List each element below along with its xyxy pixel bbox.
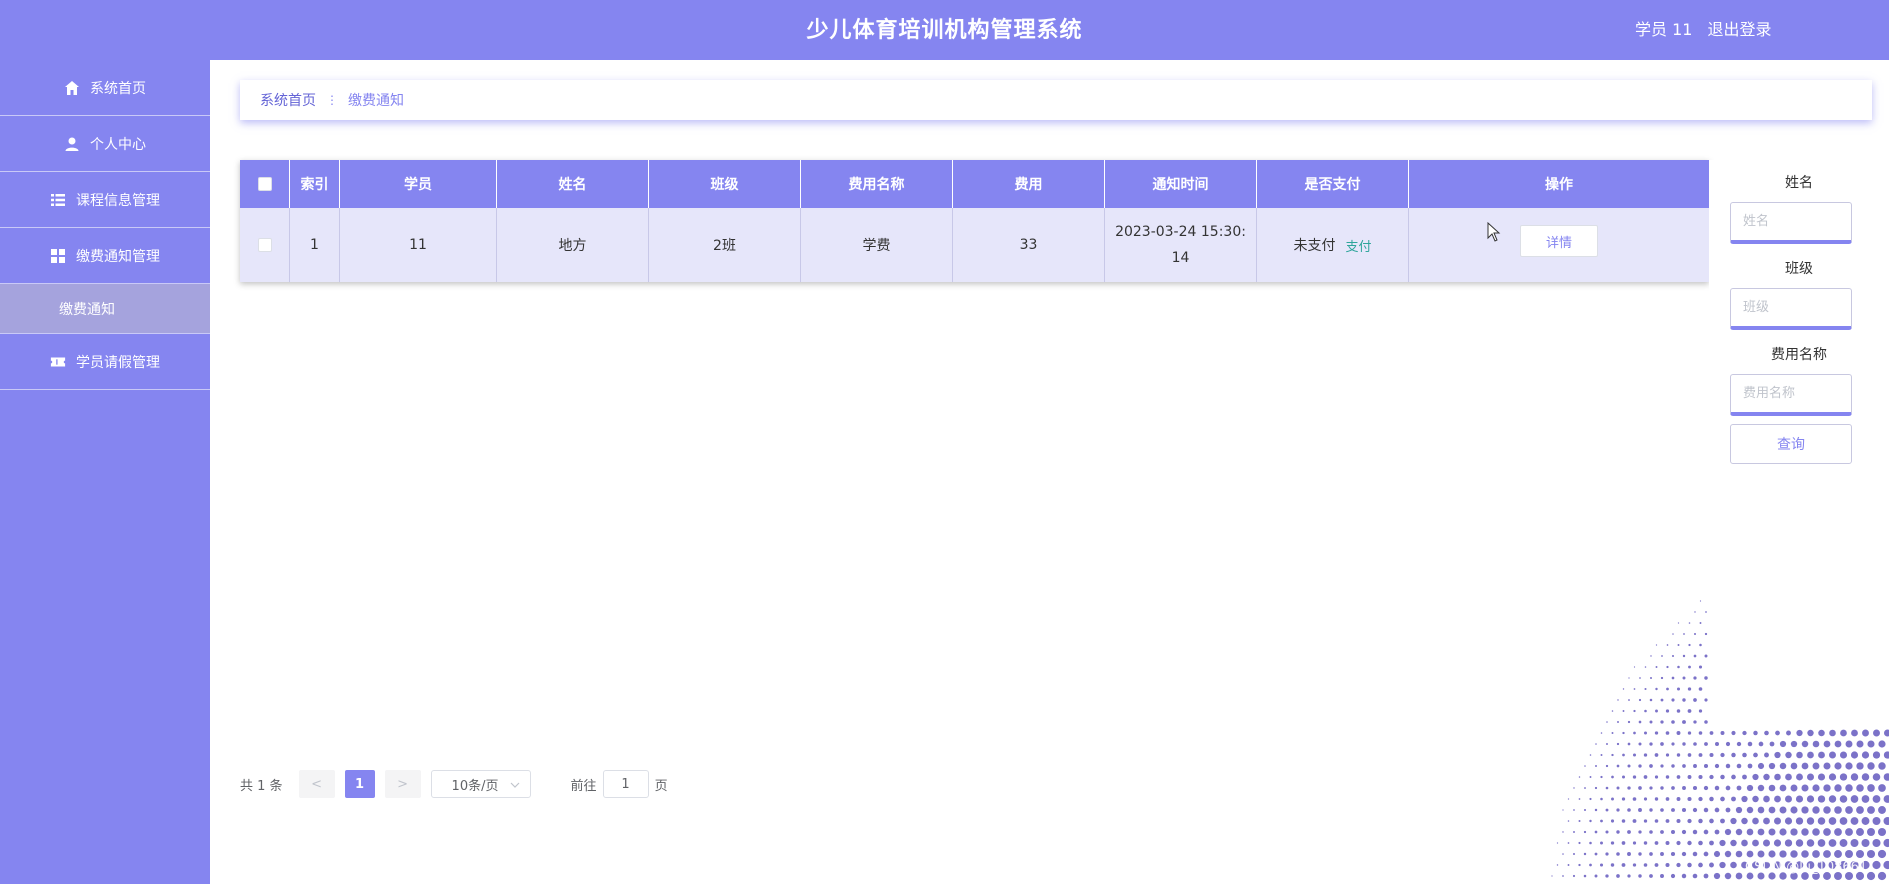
table-header: 索引 学员 姓名 班级 费用名称 费用 通知时间 是否支付 操作	[240, 160, 1709, 208]
logout-link[interactable]: 退出登录	[1708, 20, 1772, 39]
column-header: 费用名称	[801, 160, 953, 208]
system-title: 少儿体育培训机构管理系统	[806, 18, 1083, 43]
page-size-select[interactable]: 10条/页	[430, 770, 531, 798]
sidebar-item-label: 缴费通知	[59, 301, 115, 318]
current-user: 学员 11	[1635, 20, 1693, 39]
header-select-all[interactable]	[240, 160, 290, 208]
column-header: 索引	[290, 160, 340, 208]
top-header: 少儿体育培训机构管理系统 学员 11 退出登录	[0, 0, 1889, 60]
ticket-icon	[50, 354, 66, 370]
sidebar-item-profile[interactable]: 个人中心	[0, 116, 210, 172]
cell-student: 11	[340, 208, 497, 282]
query-button[interactable]: 查询	[1730, 424, 1852, 464]
name-search-input[interactable]	[1730, 202, 1852, 244]
prev-page-button[interactable]: <	[298, 770, 335, 798]
column-header: 姓名	[497, 160, 649, 208]
total-count: 共 1 条	[240, 778, 283, 794]
sidebar-item-payment-mgmt[interactable]: 缴费通知管理	[0, 228, 210, 284]
class-search-input[interactable]	[1730, 288, 1852, 330]
detail-button[interactable]: 详情	[1520, 225, 1598, 257]
fee-name-label: 费用名称	[1771, 347, 1827, 363]
column-header: 是否支付	[1257, 160, 1409, 208]
page-number-1[interactable]: 1	[344, 770, 375, 798]
breadcrumb-current: 缴费通知	[348, 93, 404, 109]
list-icon	[50, 192, 66, 208]
breadcrumb: 系统首页 ⋮ 缴费通知	[240, 80, 1872, 120]
home-icon	[64, 80, 80, 96]
page-unit-label: 页	[654, 778, 668, 794]
sidebar-item-label: 学员请假管理	[76, 354, 160, 371]
breadcrumb-separator: ⋮	[326, 93, 338, 107]
sidebar-item-home[interactable]: 系统首页	[0, 60, 210, 116]
column-header: 学员	[340, 160, 497, 208]
cell-index: 1	[290, 208, 340, 282]
sidebar: 系统首页 个人中心 课程信息管理 缴费通知管理 缴费通知 学员请假管理	[0, 60, 210, 884]
notice-time-text: 2023-03-24 15:30:14	[1115, 224, 1246, 266]
grid-icon	[50, 248, 66, 264]
user-icon	[64, 136, 80, 152]
decorative-dots	[1551, 600, 1889, 881]
pagination: 共 1 条 < 1 > 10条/页 前往 页	[240, 770, 668, 798]
goto-page-input[interactable]	[602, 770, 649, 798]
sidebar-item-course[interactable]: 课程信息管理	[0, 172, 210, 228]
row-select[interactable]	[240, 208, 290, 282]
user-box: 学员 11 退出登录	[1635, 16, 1782, 40]
cell-name: 地方	[497, 208, 649, 282]
sidebar-item-label: 系统首页	[90, 80, 146, 97]
goto-label: 前往	[570, 778, 597, 794]
column-header: 费用	[953, 160, 1105, 208]
sidebar-item-leave-mgmt[interactable]: 学员请假管理	[0, 334, 210, 390]
cell-actions: 详情	[1409, 208, 1709, 282]
mouse-cursor-icon	[1487, 222, 1501, 242]
cell-class: 2班	[649, 208, 801, 282]
sidebar-item-label: 个人中心	[90, 136, 146, 153]
pay-link[interactable]: 支付	[1345, 236, 1371, 255]
cell-fee: 33	[953, 208, 1105, 282]
select-all-checkbox[interactable]	[257, 177, 272, 191]
breadcrumb-home[interactable]: 系统首页	[260, 90, 316, 110]
column-header: 通知时间	[1105, 160, 1257, 208]
cell-fee-name: 学费	[801, 208, 953, 282]
sidebar-subitem-payment-notice[interactable]: 缴费通知	[0, 284, 210, 334]
page-size-value: 10条/页	[451, 778, 499, 794]
paid-status-text: 未支付	[1293, 238, 1336, 254]
sidebar-item-label: 课程信息管理	[76, 192, 160, 209]
column-header: 班级	[649, 160, 801, 208]
chevron-down-icon	[510, 777, 520, 792]
cell-paid-status: 未支付 支付	[1257, 208, 1409, 282]
class-label: 班级	[1785, 261, 1813, 277]
table-row: 1 11 地方 2班 学费 33 2023-03-24 15:30:14 未支付…	[240, 208, 1709, 282]
csdn-watermark: CSDN @lu_108661	[1745, 860, 1868, 875]
cell-notice-time: 2023-03-24 15:30:14	[1105, 208, 1257, 282]
sidebar-item-label: 缴费通知管理	[76, 248, 160, 265]
row-checkbox[interactable]	[257, 238, 272, 252]
column-header: 操作	[1545, 177, 1573, 193]
payment-notice-table: 索引 学员 姓名 班级 费用名称 费用 通知时间 是否支付 操作 1 11 地方…	[240, 160, 1709, 282]
name-label: 姓名	[1785, 175, 1813, 191]
next-page-button[interactable]: >	[384, 770, 421, 798]
fee-name-search-input[interactable]	[1730, 374, 1852, 416]
